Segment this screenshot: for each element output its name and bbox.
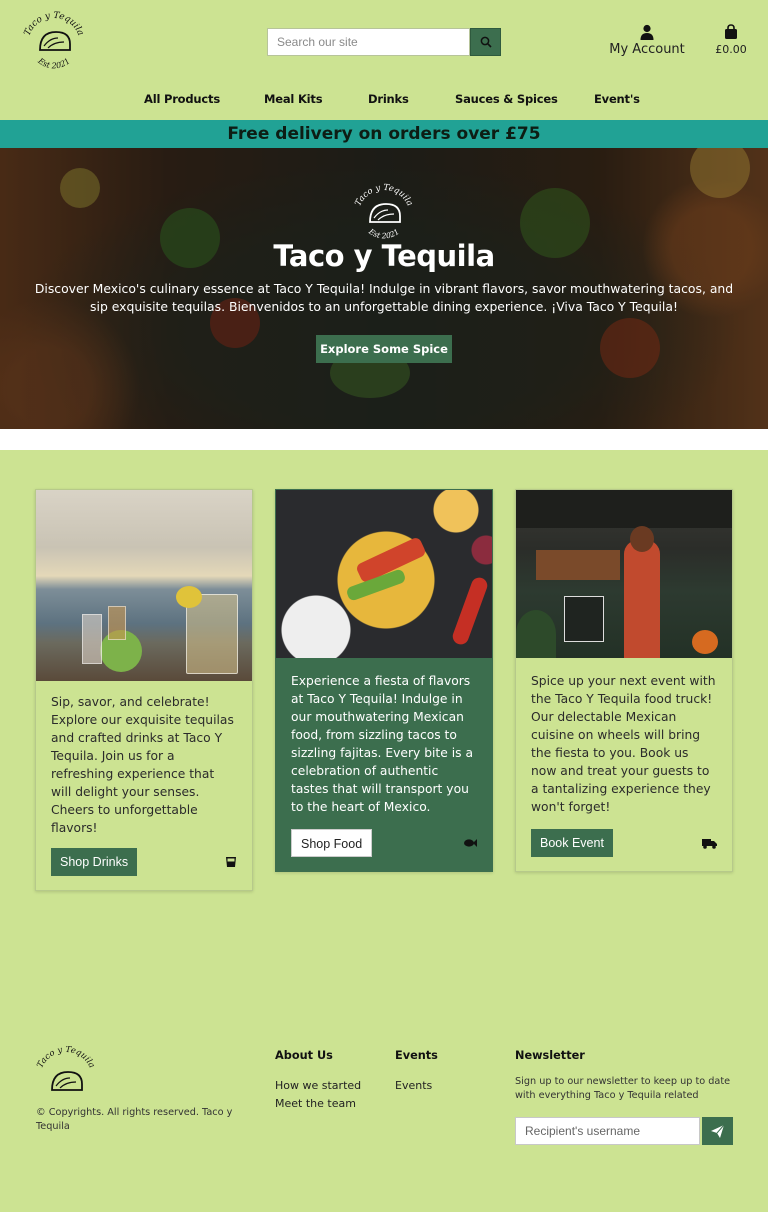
food-card: Experience a fiesta of flavors at Taco Y… bbox=[275, 489, 493, 872]
drinks-card: Sip, savor, and celebrate! Explore our e… bbox=[35, 489, 253, 891]
events-heading: Events bbox=[395, 1049, 438, 1062]
nav-all-products[interactable]: All Products bbox=[144, 92, 220, 106]
newsletter-username-input[interactable] bbox=[515, 1117, 700, 1145]
search-icon bbox=[480, 36, 492, 48]
svg-text:Taco y Tequila: Taco y Tequila bbox=[23, 11, 86, 37]
events-card-text: Spice up your next event with the Taco Y… bbox=[531, 674, 716, 814]
nav-events[interactable]: Event's bbox=[594, 92, 640, 106]
search-bar bbox=[267, 28, 501, 56]
nav-meal-kits[interactable]: Meal Kits bbox=[264, 92, 323, 106]
glass-icon bbox=[226, 857, 236, 867]
newsletter-heading: Newsletter bbox=[515, 1049, 585, 1062]
site-header: Taco y Tequila Est 2021 My Account £0.00… bbox=[0, 0, 768, 120]
book-event-button[interactable]: Book Event bbox=[531, 829, 613, 857]
nav-sauces-spices[interactable]: Sauces & Spices bbox=[455, 92, 558, 106]
drinks-card-text: Sip, savor, and celebrate! Explore our e… bbox=[51, 695, 234, 835]
meet-the-team-link[interactable]: Meet the team bbox=[275, 1097, 356, 1110]
fish-icon bbox=[464, 839, 477, 847]
events-card: Spice up your next event with the Taco Y… bbox=[515, 489, 733, 872]
search-button[interactable] bbox=[470, 28, 501, 56]
hero-logo: Taco y Tequila Est 2021 bbox=[348, 182, 420, 244]
shop-drinks-button[interactable]: Shop Drinks bbox=[51, 848, 138, 876]
nav-drinks[interactable]: Drinks bbox=[368, 92, 409, 106]
events-link[interactable]: Events bbox=[395, 1079, 432, 1092]
promo-banner: Free delivery on orders over £75 bbox=[0, 120, 768, 148]
cart-link[interactable]: £0.00 bbox=[712, 24, 750, 56]
shop-food-button[interactable]: Shop Food bbox=[291, 829, 373, 857]
search-input[interactable] bbox=[267, 28, 470, 56]
explore-spice-button[interactable]: Explore Some Spice bbox=[316, 335, 452, 363]
my-account-link[interactable]: My Account bbox=[606, 24, 688, 57]
copyright-text: © Copyrights. All rights reserved. Taco … bbox=[36, 1107, 233, 1132]
svg-text:Taco y Tequila: Taco y Tequila bbox=[35, 1046, 96, 1070]
drinks-image bbox=[36, 490, 252, 681]
send-icon bbox=[711, 1124, 724, 1138]
truck-icon bbox=[702, 838, 717, 849]
about-heading: About Us bbox=[275, 1049, 333, 1062]
shopping-bag-icon bbox=[725, 24, 737, 39]
my-account-label: My Account bbox=[609, 42, 685, 57]
newsletter-form bbox=[515, 1117, 733, 1145]
hero-title: Taco y Tequila bbox=[273, 239, 495, 273]
hero-description: Discover Mexico's culinary essence at Ta… bbox=[34, 281, 734, 314]
newsletter-description: Sign up to our newsletter to keep up to … bbox=[515, 1076, 731, 1101]
events-image bbox=[516, 490, 732, 658]
food-image bbox=[276, 490, 492, 658]
hero-section: Taco y Tequila Est 2021 Taco y Tequila D… bbox=[0, 148, 768, 429]
brand-logo[interactable]: Taco y Tequila Est 2021 bbox=[20, 10, 88, 74]
svg-text:Est 2021: Est 2021 bbox=[35, 56, 71, 71]
how-we-started-link[interactable]: How we started bbox=[275, 1079, 361, 1092]
newsletter-submit-button[interactable] bbox=[702, 1117, 733, 1145]
footer-logo[interactable]: Taco y Tequila bbox=[34, 1045, 98, 1102]
section-divider bbox=[0, 429, 768, 450]
cart-total: £0.00 bbox=[715, 43, 747, 56]
food-card-text: Experience a fiesta of flavors at Taco Y… bbox=[291, 674, 473, 814]
user-icon bbox=[640, 24, 654, 40]
main-nav: All Products Meal Kits Drinks Sauces & S… bbox=[0, 92, 768, 110]
